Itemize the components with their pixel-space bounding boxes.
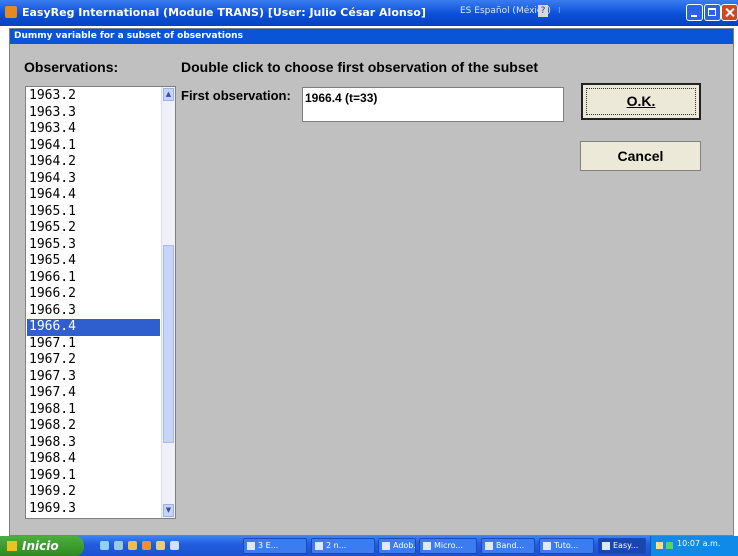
taskbar-task-button[interactable]: Micro... — [419, 538, 477, 554]
window-titlebar[interactable]: EasyReg International (Module TRANS) [Us… — [0, 0, 738, 26]
dummy-variable-dialog: Dummy variable for a subset of observati… — [9, 28, 734, 536]
scroll-thumb[interactable] — [163, 245, 174, 443]
list-item[interactable]: 1967.2 — [27, 352, 160, 369]
quicklaunch-folder-icon[interactable] — [156, 541, 165, 550]
list-item[interactable]: 1965.1 — [27, 204, 160, 221]
quicklaunch-media-icon[interactable] — [142, 541, 151, 550]
clock: 10:07 a.m. — [677, 539, 721, 548]
start-label: Inicio — [22, 539, 59, 553]
quicklaunch-explorer-icon[interactable] — [128, 541, 137, 550]
taskbar-task-label: Tuto... — [554, 541, 579, 550]
list-item[interactable]: 1966.2 — [27, 286, 160, 303]
system-tray: 10:07 a.m. — [650, 536, 738, 556]
tray-volume-icon[interactable] — [666, 542, 673, 549]
scroll-down-icon[interactable]: ▼ — [163, 504, 174, 517]
taskbar-task-label: Micro... — [434, 541, 464, 550]
tray-network-icon[interactable] — [656, 542, 663, 549]
list-item[interactable]: 1968.1 — [27, 402, 160, 419]
list-item[interactable]: 1969.2 — [27, 484, 160, 501]
start-button[interactable]: Inicio — [0, 536, 84, 556]
list-item[interactable]: 1968.3 — [27, 435, 160, 452]
instruction-text: Double click to choose first observation… — [181, 59, 539, 75]
list-item[interactable]: 1965.4 — [27, 253, 160, 270]
taskbar-task-button[interactable]: 2 n... — [311, 538, 375, 554]
taskbar-task-label: Band... — [496, 541, 525, 550]
quicklaunch-desktop-icon[interactable] — [114, 541, 123, 550]
taskbar-task-label: Easy... — [613, 541, 639, 550]
list-item[interactable]: 1963.3 — [27, 105, 160, 122]
taskbar-task-button[interactable]: Adob... — [378, 538, 416, 554]
list-item[interactable]: 1964.3 — [27, 171, 160, 188]
list-item[interactable]: 1967.4 — [27, 385, 160, 402]
observations-label: Observations: — [24, 59, 119, 75]
language-options-icon[interactable]: ⁝ — [558, 6, 561, 15]
list-item[interactable]: 1963.4 — [27, 121, 160, 138]
dialog-title: Dummy variable for a subset of observati… — [10, 29, 733, 44]
first-observation-label: First observation: — [181, 88, 291, 103]
list-item[interactable]: 1966.3 — [27, 303, 160, 320]
window-icon — [315, 542, 323, 550]
ok-label: O.K. — [626, 93, 656, 109]
taskbar-task-button[interactable]: Easy... — [598, 538, 646, 554]
list-item[interactable]: 1969.1 — [27, 468, 160, 485]
taskbar-task-button[interactable]: Tuto... — [539, 538, 594, 554]
first-observation-field[interactable]: 1966.4 (t=33) — [302, 87, 564, 122]
document-icon — [543, 542, 551, 550]
list-item[interactable]: 1969.3 — [27, 501, 160, 518]
list-item[interactable]: 1963.2 — [27, 88, 160, 105]
list-item[interactable]: 1965.3 — [27, 237, 160, 254]
minimize-button[interactable] — [686, 4, 703, 21]
taskbar-task-label: Adob... — [393, 541, 416, 550]
ok-button[interactable]: O.K. — [581, 83, 701, 120]
listbox-scrollbar[interactable]: ▲ ▼ — [161, 87, 175, 518]
list-item-selected[interactable]: 1966.4 — [27, 319, 160, 336]
close-button[interactable] — [721, 4, 738, 21]
window-title: EasyReg International (Module TRANS) [Us… — [22, 6, 426, 19]
list-item[interactable]: 1964.4 — [27, 187, 160, 204]
list-item[interactable]: 1964.1 — [27, 138, 160, 155]
scroll-up-icon[interactable]: ▲ — [163, 88, 174, 101]
taskbar-task-button[interactable]: 3 E... — [243, 538, 307, 554]
observations-listbox[interactable]: 1969.3 1969.2 1969.1 1968.4 1968.3 1968.2 1968… — [25, 86, 176, 519]
list-item[interactable]: 1964.2 — [27, 154, 160, 171]
adobe-icon — [382, 542, 390, 550]
list-item[interactable]: 1967.1 — [27, 336, 160, 353]
app-icon — [5, 6, 17, 18]
help-icon[interactable]: ? — [538, 5, 548, 17]
cancel-button[interactable]: Cancel — [580, 141, 701, 171]
windows-logo-icon — [7, 541, 17, 551]
app-icon — [602, 542, 610, 550]
word-icon — [423, 542, 431, 550]
folder-icon — [485, 542, 493, 550]
list-item[interactable]: 1968.4 — [27, 451, 160, 468]
list-item[interactable]: 1966.1 — [27, 270, 160, 287]
list-item[interactable]: 1967.3 — [27, 369, 160, 386]
taskbar-task-label: 2 n... — [326, 541, 347, 550]
taskbar-task-button[interactable]: Band... — [481, 538, 535, 554]
quicklaunch-app-icon[interactable] — [170, 541, 179, 550]
quicklaunch-browser-icon[interactable] — [100, 541, 109, 550]
list-item[interactable]: 1965.2 — [27, 220, 160, 237]
taskbar-task-label: 3 E... — [258, 541, 279, 550]
folder-icon — [247, 542, 255, 550]
taskbar: Inicio 3 E... 2 n... Adob... Micro... Band..… — [0, 536, 738, 556]
list-item[interactable]: 1968.2 — [27, 418, 160, 435]
maximize-button[interactable] — [704, 4, 721, 21]
